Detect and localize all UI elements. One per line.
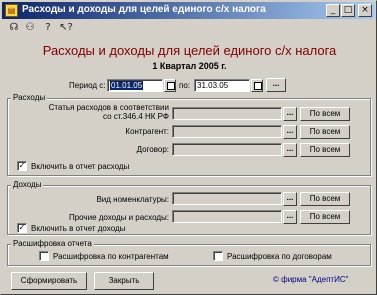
article-field[interactable] — [172, 107, 282, 120]
expenses-group-title: Расходы — [11, 93, 48, 102]
include-expenses-label: Включить в отчет расходы — [31, 162, 130, 171]
period-from-label: Период с: — [69, 81, 106, 90]
toolbar: ☊ ⚇ ? ↖? — [3, 20, 375, 36]
help-icon[interactable]: ? — [41, 21, 55, 35]
article-label-line1: Статья расходов в соответствии — [48, 103, 169, 112]
breakdown-counterparty-label: Расшифровка по контрагентам — [53, 252, 169, 261]
users-icon[interactable]: ⚇ — [23, 21, 37, 35]
other-income-field[interactable] — [172, 210, 282, 223]
date-to-field[interactable]: 31.03.05 — [194, 79, 250, 92]
nomenclature-field[interactable] — [172, 192, 282, 205]
counterparty-field[interactable] — [172, 125, 282, 138]
include-income-checkbox[interactable]: ✓ — [17, 223, 27, 233]
calendar-from-icon[interactable] — [164, 79, 176, 92]
nomenclature-select-button[interactable]: ... — [283, 192, 297, 206]
period-select-button[interactable]: ... — [266, 78, 286, 92]
date-from-value: 01.01.05 — [110, 81, 144, 90]
article-label-line2: со ст.346.4 НК РФ — [103, 112, 169, 121]
minimize-button[interactable]: _ — [326, 4, 340, 17]
counterparty-select-button[interactable]: ... — [283, 125, 297, 139]
contract-all-button[interactable]: По всем — [300, 143, 350, 157]
window-title: Расходы и доходы для целей единого с/х н… — [22, 4, 266, 15]
include-income-label: Включить в отчет доходы — [31, 224, 126, 233]
period-to-label: по: — [179, 81, 191, 90]
run-icon[interactable]: ☊ — [7, 21, 21, 35]
breakdown-counterparty-checkbox[interactable] — [39, 251, 49, 261]
date-from-field[interactable]: 01.01.05 — [107, 79, 163, 92]
close-form-button[interactable]: Закрыть — [94, 272, 154, 290]
nomenclature-label: Вид номенклатуры: — [96, 195, 169, 204]
close-button[interactable]: × — [358, 4, 372, 17]
other-income-select-button[interactable]: ... — [283, 210, 297, 224]
maximize-button[interactable]: □ — [341, 4, 355, 17]
nomenclature-all-button[interactable]: По всем — [300, 192, 350, 206]
title-bar: ▤ Расходы и доходы для целей единого с/х… — [2, 2, 375, 19]
include-expenses-checkbox[interactable]: ✓ — [17, 161, 27, 171]
page-heading: Расходы и доходы для целей единого с/х н… — [42, 43, 337, 58]
report-window: ▤ Расходы и доходы для целей единого с/х… — [0, 0, 377, 295]
contract-field[interactable] — [172, 143, 282, 156]
period-subheading: 1 Квартал 2005 г. — [152, 61, 227, 71]
calendar-to-icon[interactable] — [251, 79, 263, 92]
article-all-button[interactable]: По всем — [300, 107, 350, 121]
article-select-button[interactable]: ... — [283, 107, 297, 121]
form-icon: ▤ — [5, 4, 18, 17]
breakdown-contract-label: Расшифровка по договорам — [227, 252, 332, 261]
generate-button[interactable]: Сформировать — [11, 272, 87, 290]
other-income-all-button[interactable]: По всем — [300, 210, 350, 224]
counterparty-label: Контрагент: — [125, 127, 169, 136]
breakdown-contract-checkbox[interactable] — [213, 251, 223, 261]
copyright-text: © фирма "АдептИС" — [273, 275, 349, 284]
contract-label: Договор: — [136, 145, 169, 154]
breakdown-group-title: Расшифровка отчета — [11, 239, 94, 248]
date-to-value: 31.03.05 — [197, 81, 229, 90]
pointer-help-icon[interactable]: ↖? — [57, 21, 75, 35]
other-income-label: Прочие доходы и расходы: — [68, 213, 169, 222]
income-group-title: Доходы — [11, 180, 44, 189]
counterparty-all-button[interactable]: По всем — [300, 125, 350, 139]
contract-select-button[interactable]: ... — [283, 143, 297, 157]
